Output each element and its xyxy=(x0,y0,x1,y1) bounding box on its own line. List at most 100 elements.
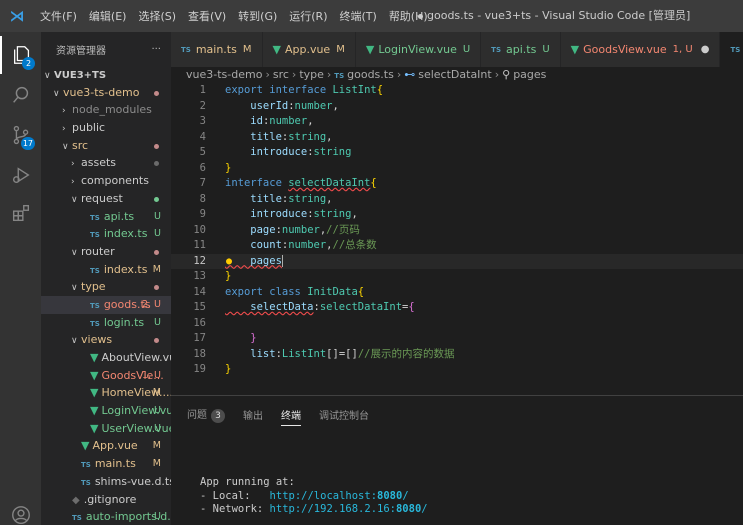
vscode-logo-icon: ⋊ xyxy=(9,7,25,25)
line-number: 14 xyxy=(193,285,206,298)
explorer-item[interactable]: › node_modules xyxy=(41,101,171,119)
panel-tab[interactable]: 终端 xyxy=(281,407,301,426)
extensions-icon[interactable] xyxy=(0,194,41,232)
explorer-item[interactable]: ▼ App.vue M xyxy=(41,437,171,455)
code-token: selectDataInt xyxy=(319,301,403,313)
panel-tab[interactable]: 问题 3 xyxy=(187,406,225,426)
breadcrumb-part[interactable]: src xyxy=(273,68,289,81)
explorer-item[interactable]: TS api.ts U xyxy=(41,208,171,226)
explorer-sidebar: 资源管理器 ··· ∨ VUE3+TS ∨ vue3-ts-demo › node_mod… xyxy=(41,32,171,525)
explorer-item[interactable]: ∨ type xyxy=(41,278,171,296)
dirty-dot-icon[interactable]: ● xyxy=(701,44,710,55)
account-icon[interactable] xyxy=(0,496,41,525)
line-number: 8 xyxy=(199,192,206,205)
vue-file-icon: ▼ xyxy=(90,351,99,364)
explorer-item[interactable]: › assets xyxy=(41,154,171,172)
code-text: introduce:string xyxy=(225,145,351,161)
more-actions-button[interactable]: ··· xyxy=(151,44,161,55)
network-url-link[interactable]: http://192.168.2.16:8080/ xyxy=(270,503,428,515)
explorer-item[interactable]: ▼AboutView.vue xyxy=(41,349,171,367)
line-number: 7 xyxy=(199,177,206,189)
editor-tab[interactable]: ▼ GoodsView.vue 1, U ● xyxy=(560,32,721,67)
explorer-item-label: AboutView.vue xyxy=(101,351,171,364)
tab-status: M xyxy=(336,44,345,55)
panel-tab[interactable]: 输出 xyxy=(243,407,263,425)
code-token: number xyxy=(281,223,320,236)
explorer-item[interactable]: TS main.ts M xyxy=(41,455,171,473)
menu-item[interactable]: 文件(F) xyxy=(34,8,83,24)
explorer-item-label: public xyxy=(72,121,106,135)
git-status-badge: M xyxy=(152,387,161,399)
folder-status-dot xyxy=(154,338,159,344)
explorer-item[interactable]: ∨ src xyxy=(41,137,171,155)
code-text: interface selectDataInt{ xyxy=(225,176,377,192)
code-editor[interactable]: 1 export interface ListInt{2 userId:numbe… xyxy=(171,83,743,395)
code-token: interface xyxy=(269,84,333,96)
menu-item[interactable]: 编辑(E) xyxy=(83,8,133,24)
explorer-item[interactable]: ▼ UserView.vue U xyxy=(41,420,171,438)
explorer-item[interactable]: ∨ vue3-ts-demo xyxy=(41,84,171,102)
code-token: title xyxy=(225,192,282,205)
menu-item[interactable]: 运行(R) xyxy=(283,8,333,24)
explorer-item[interactable]: ∨ request xyxy=(41,190,171,208)
explorer-item[interactable]: TS index.ts U xyxy=(41,225,171,243)
scm-badge: 17 xyxy=(20,137,35,150)
editor-tab[interactable]: TS main.ts M xyxy=(171,32,263,67)
source-control-icon[interactable]: 17 xyxy=(0,116,41,154)
explorer-item[interactable]: TS login.ts U xyxy=(41,314,171,332)
explorer-item[interactable]: ∨ router xyxy=(41,243,171,261)
local-url-link[interactable]: http://localhost:8080/ xyxy=(270,490,409,502)
explorer-item[interactable]: TSauto-imports.d.tsU xyxy=(41,508,171,525)
code-token: { xyxy=(376,84,384,96)
folder-status-dot xyxy=(154,249,159,255)
code-token: string xyxy=(288,130,327,143)
code-line: 7 interface selectDataInt{ xyxy=(171,176,743,192)
editor-tab[interactable]: TSgoods.ts2, U xyxy=(720,32,743,67)
line-number: 6 xyxy=(199,161,206,174)
local-url-text: http://localhost: xyxy=(269,489,378,502)
breadcrumb: vue3-ts-demo › src › type › TS goods.ts › ⊷ select… xyxy=(186,67,546,83)
breadcrumb-part[interactable]: vue3-ts-demo xyxy=(186,68,262,81)
explorer-item[interactable]: › components xyxy=(41,172,171,190)
menu-item[interactable]: 查看(V) xyxy=(182,8,232,24)
code-line: 1 export interface ListInt{ xyxy=(171,83,743,99)
code-token: string xyxy=(313,208,352,220)
explorer-item[interactable]: ◆ .gitignore xyxy=(41,491,171,509)
editor-tab[interactable]: ▼ App.vue M xyxy=(262,32,356,67)
explorer-item[interactable]: ▼ HomeView.... M xyxy=(41,384,171,402)
folder-status-dot xyxy=(154,90,159,96)
run-debug-icon[interactable] xyxy=(0,156,41,194)
explorer-icon[interactable]: 2 xyxy=(0,36,41,74)
code-text: export interface ListInt{ xyxy=(225,83,383,99)
vue-file-icon: ▼ xyxy=(90,368,99,382)
terminal-line: App running at: xyxy=(200,476,295,488)
explorer-item[interactable]: TS goods.ts 2, U xyxy=(41,295,171,314)
explorer-item[interactable]: ▼ GoodsVie... 1, U xyxy=(41,367,171,385)
explorer-item[interactable]: ∨ VUE3+TS xyxy=(41,66,171,84)
code-token: count xyxy=(225,239,282,251)
breadcrumb-member[interactable]: pages xyxy=(513,68,546,81)
explorer-item-label: .gitignore xyxy=(83,492,137,506)
explorer-item[interactable]: TS shims-vue.d.ts xyxy=(41,473,171,491)
code-token: { xyxy=(357,285,365,298)
explorer-item[interactable]: ▼LoginView.vueU xyxy=(41,402,171,420)
terminal[interactable]: App running at: - Local: http://localhos… xyxy=(200,476,428,517)
vue-file-icon: ▼ xyxy=(90,421,99,435)
git-status-badge: M xyxy=(152,440,161,452)
breadcrumb-file[interactable]: goods.ts xyxy=(347,68,394,81)
search-icon[interactable] xyxy=(0,76,41,114)
panel-tab-label: 输出 xyxy=(243,411,263,422)
explorer-item[interactable]: › public xyxy=(41,119,171,137)
explorer-item[interactable]: ∨ views xyxy=(41,331,171,349)
editor-tab[interactable]: ▼ LoginView.vue U xyxy=(355,32,482,67)
explorer-item[interactable]: TS index.ts M xyxy=(41,261,171,279)
menu-item[interactable]: 转到(G) xyxy=(232,8,283,24)
git-status-badge: U xyxy=(154,210,161,222)
editor-tab[interactable]: TS api.ts U xyxy=(481,32,561,67)
breadcrumb-symbol[interactable]: selectDataInt xyxy=(418,68,491,81)
menu-item[interactable]: 终端(T) xyxy=(334,8,383,24)
panel-tab[interactable]: 调试控制台 xyxy=(319,407,369,425)
breadcrumb-part[interactable]: type xyxy=(299,68,324,81)
code-line: 16 xyxy=(171,316,743,332)
menu-item[interactable]: 选择(S) xyxy=(132,8,182,24)
